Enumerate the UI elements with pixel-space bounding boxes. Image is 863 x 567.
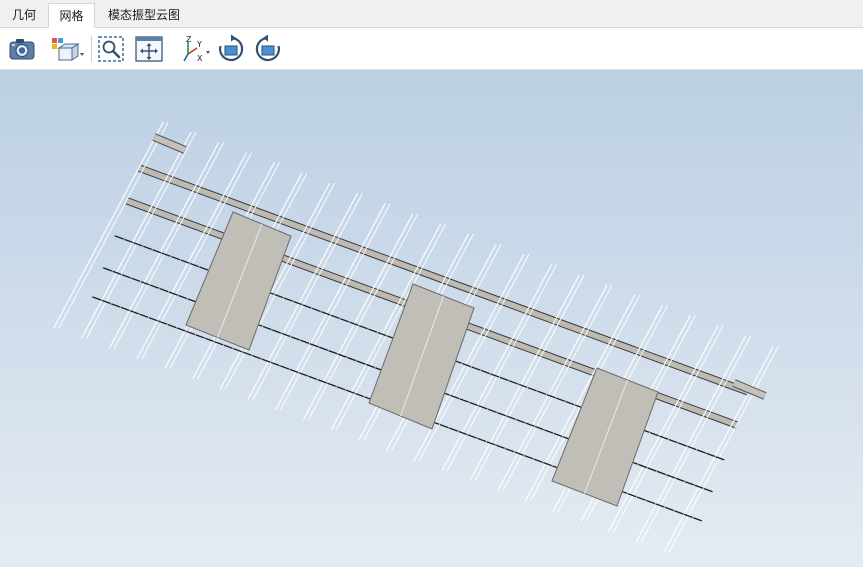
camera-icon	[9, 39, 35, 60]
end-plate	[152, 134, 187, 153]
axis-z-label: Z	[186, 35, 192, 44]
zoom-window-icon	[98, 36, 124, 62]
transverse-mesh-line	[663, 345, 774, 553]
view-orientation-button[interactable]	[50, 34, 86, 64]
toolbar-separator	[91, 36, 92, 62]
rotate-counterclockwise-button[interactable]	[253, 34, 283, 64]
rotate-clockwise-button[interactable]	[216, 34, 246, 64]
axis-orientation-button[interactable]: Z Y X	[178, 34, 212, 64]
fit-all-icon	[135, 36, 163, 62]
zoom-window-button[interactable]	[96, 34, 126, 64]
rotate-counterclockwise-icon	[255, 34, 281, 62]
rotate-clockwise-icon	[218, 34, 244, 62]
mesh-model-drawing	[53, 121, 779, 553]
tab-bar: 几何 网格 模态振型云图	[0, 0, 863, 29]
fit-all-button[interactable]	[134, 34, 164, 64]
shear-wall-panel	[551, 367, 659, 507]
shear-wall-panel	[185, 211, 292, 351]
tab-mesh[interactable]: 网格	[48, 3, 95, 29]
model-viewport[interactable]	[0, 70, 863, 567]
viewer-toolbar: Z Y X	[0, 28, 863, 70]
transverse-mesh-line	[58, 121, 169, 329]
view-cube-dropdown-icon	[52, 38, 84, 61]
axis-x-label: X	[197, 54, 203, 63]
tab-geometry[interactable]: 几何	[0, 3, 48, 28]
tab-mode-shape-contour[interactable]: 模态振型云图	[95, 3, 193, 28]
axis-y-label: Y	[196, 40, 202, 49]
screenshot-button[interactable]	[7, 34, 37, 64]
axis-orientation-dropdown-icon: Z Y X	[183, 35, 210, 63]
